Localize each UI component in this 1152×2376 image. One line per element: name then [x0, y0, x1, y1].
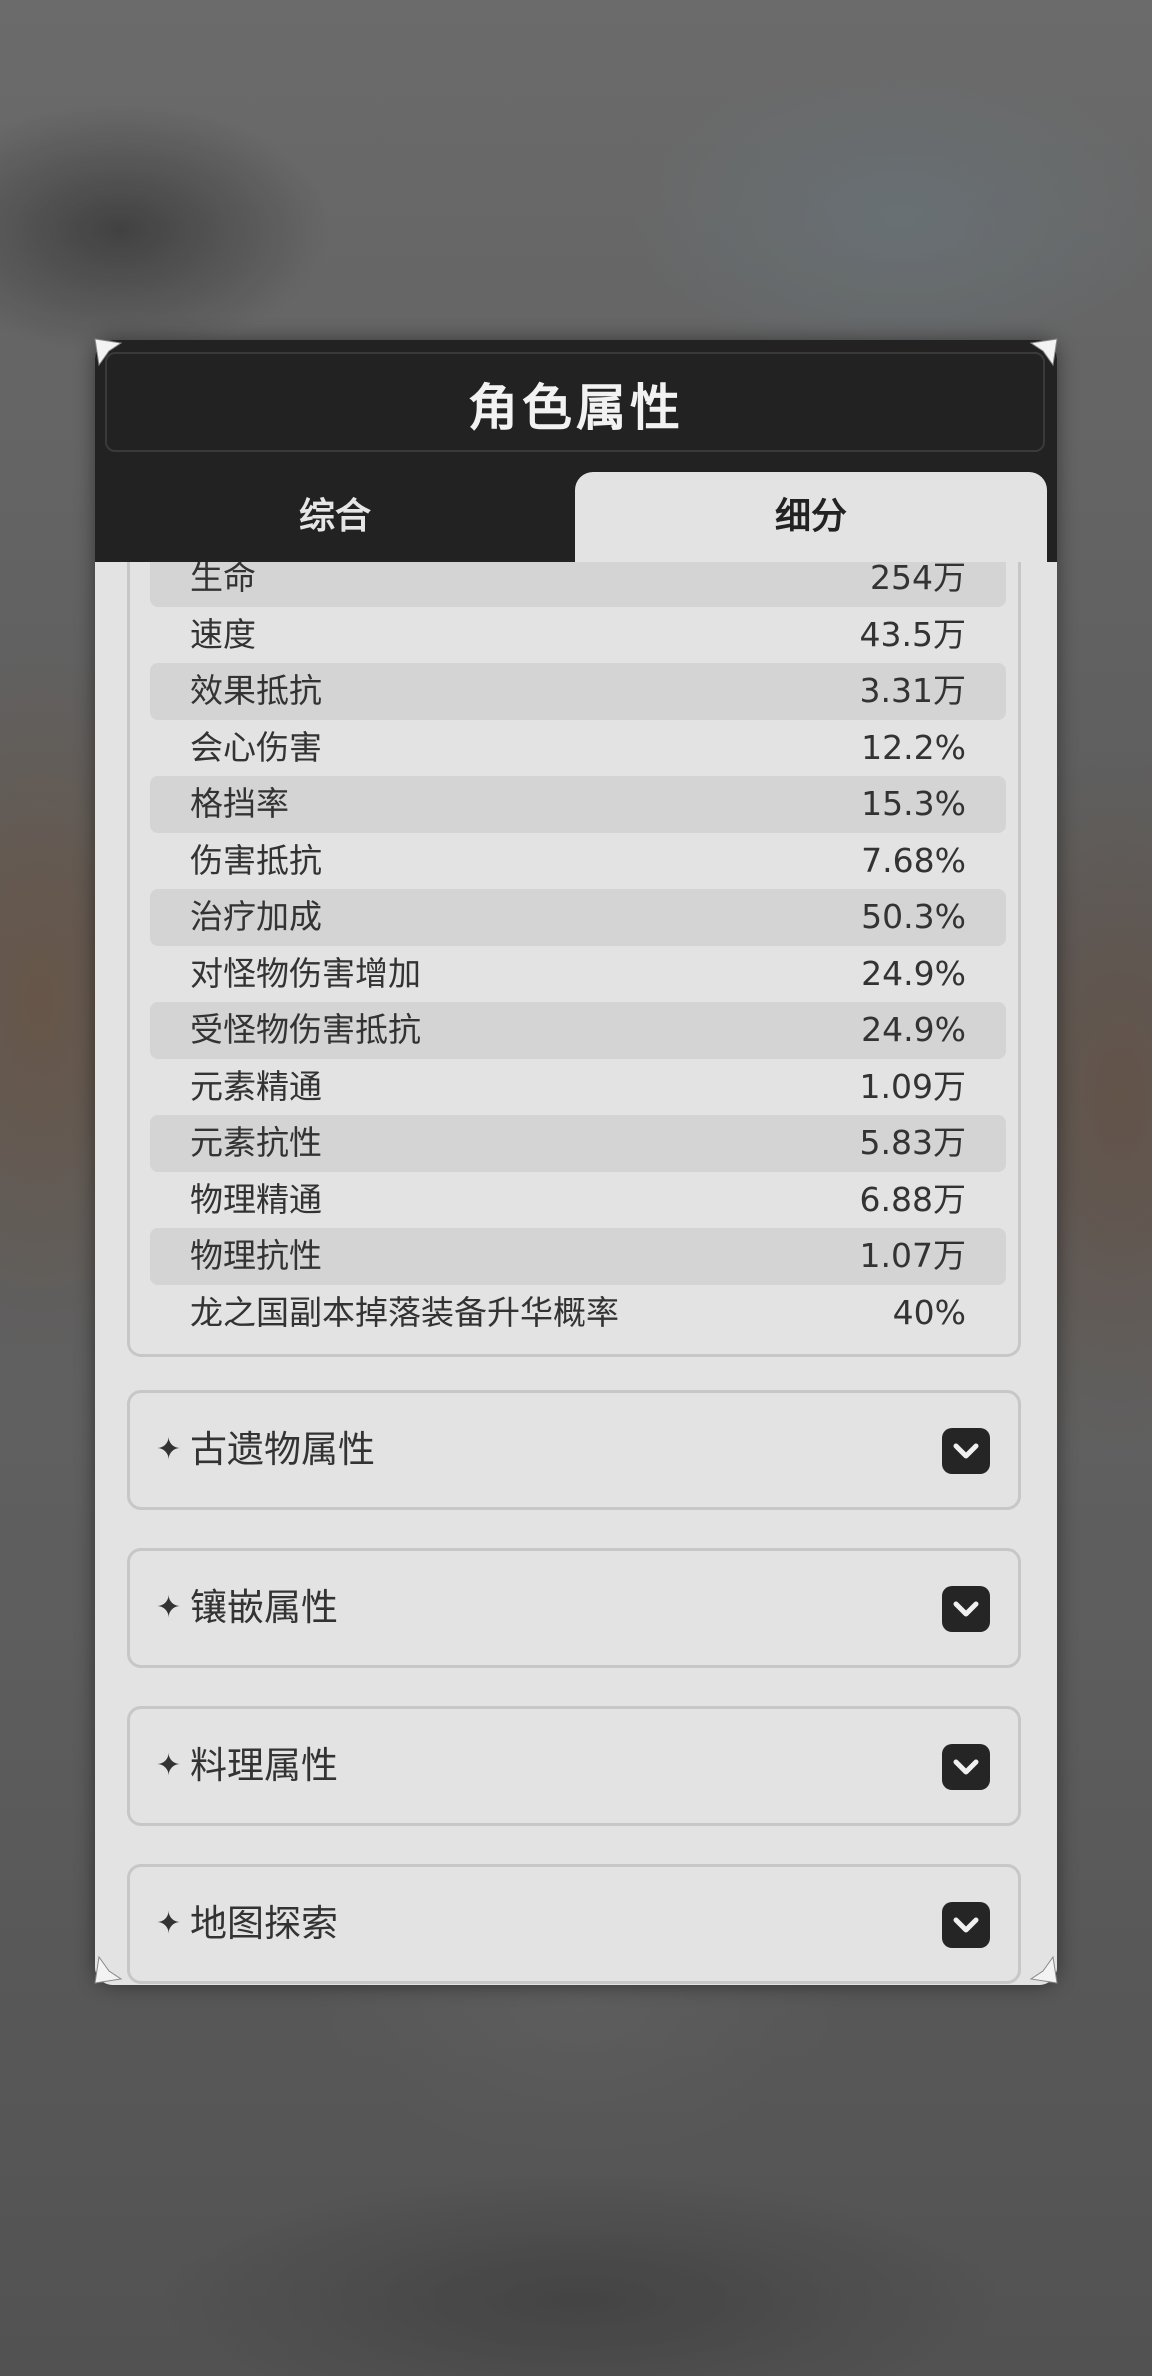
- stat-row: 对怪物伤害增加 24.9%: [150, 946, 1006, 1003]
- stat-value: 1.07万: [859, 1236, 966, 1275]
- scroll-content[interactable]: 生命 254万速度 43.5万效果抵抗 3.31万会心伤害 12.2% 格挡率 15.3% 伤…: [95, 562, 1057, 1985]
- character-attributes-panel: 角色属性 综合 细分 生命 254万速度 43.5万效果抵抗 3.31万会心伤害 12.…: [95, 340, 1057, 1985]
- stat-row: 龙之国副本掉落装备升华概率 40%: [150, 1285, 1006, 1342]
- stat-name: 速度: [190, 614, 256, 654]
- stat-row: 元素精通 1.09万: [150, 1059, 1006, 1116]
- stat-name: 格挡率: [190, 784, 289, 823]
- stat-name: 受怪物伤害抵抗: [190, 1010, 421, 1049]
- sparkle-icon: ✦: [156, 1590, 182, 1625]
- corner-ornament: [93, 337, 123, 367]
- stat-row: 治疗加成 50.3%: [150, 889, 1006, 946]
- stat-name: 物理精通: [190, 1179, 322, 1219]
- stat-row: 元素抗性 5.83万: [150, 1115, 1006, 1172]
- stat-name: 对怪物伤害增加: [190, 953, 421, 993]
- stat-name: 治疗加成: [190, 897, 322, 936]
- stat-name: 会心伤害: [190, 727, 322, 767]
- section-cooking-attributes[interactable]: ✦ 料理属性: [127, 1706, 1021, 1826]
- panel-title: 角色属性: [468, 379, 684, 437]
- corner-ornament: [1029, 1955, 1059, 1985]
- stat-name: 元素精通: [190, 1066, 322, 1106]
- stat-row: 会心伤害 12.2%: [150, 720, 1006, 777]
- section-label: 地图探索: [190, 1902, 338, 1945]
- stat-name: 龙之国副本掉落装备升华概率: [190, 1292, 619, 1332]
- stat-value: 3.31万: [859, 671, 966, 710]
- stat-value: 40%: [892, 1292, 966, 1332]
- stat-row: 效果抵抗 3.31万: [150, 663, 1006, 720]
- tab-general[interactable]: 综合: [95, 472, 575, 562]
- section-inlay-attributes[interactable]: ✦ 镶嵌属性: [127, 1548, 1021, 1668]
- tab-detail[interactable]: 细分: [575, 472, 1047, 562]
- tab-bar: 综合 细分: [95, 472, 1057, 562]
- stat-value: 12.2%: [861, 727, 966, 767]
- stat-value: 50.3%: [861, 897, 966, 936]
- stat-row: 伤害抵抗 7.68%: [150, 833, 1006, 890]
- stat-name: 效果抵抗: [190, 671, 322, 710]
- stat-list: 生命 254万速度 43.5万效果抵抗 3.31万会心伤害 12.2% 格挡率 15.3% 伤…: [150, 562, 1006, 1341]
- panel-header: 角色属性 综合 细分: [95, 340, 1057, 562]
- corner-ornament: [93, 1955, 123, 1985]
- stat-value: 43.5万: [859, 614, 966, 654]
- stats-list-box: 生命 254万速度 43.5万效果抵抗 3.31万会心伤害 12.2% 格挡率 15.3% 伤…: [127, 562, 1021, 1357]
- stat-name: 生命: [190, 562, 256, 597]
- chevron-down-icon[interactable]: [942, 1744, 990, 1790]
- chevron-down-icon[interactable]: [942, 1428, 990, 1474]
- section-label: 古遗物属性: [190, 1428, 375, 1471]
- stat-value: 24.9%: [861, 1010, 966, 1049]
- sparkle-icon: ✦: [156, 1748, 182, 1783]
- stat-name: 元素抗性: [190, 1123, 322, 1162]
- sparkle-icon: ✦: [156, 1432, 182, 1467]
- section-label: 料理属性: [190, 1744, 338, 1787]
- sparkle-icon: ✦: [156, 1906, 182, 1941]
- stat-value: 1.09万: [859, 1066, 966, 1106]
- stat-row: 速度 43.5万: [150, 607, 1006, 664]
- corner-ornament: [1029, 337, 1059, 367]
- section-map-exploration[interactable]: ✦ 地图探索: [127, 1864, 1021, 1984]
- chevron-down-icon[interactable]: [942, 1586, 990, 1632]
- stat-row: 格挡率 15.3%: [150, 776, 1006, 833]
- section-relic-attributes[interactable]: ✦ 古遗物属性: [127, 1390, 1021, 1510]
- stat-value: 5.83万: [859, 1123, 966, 1162]
- stat-row: 受怪物伤害抵抗 24.9%: [150, 1002, 1006, 1059]
- section-label: 镶嵌属性: [190, 1586, 338, 1629]
- stat-name: 物理抗性: [190, 1236, 322, 1275]
- stat-row: 生命 254万: [150, 562, 1006, 607]
- stat-row: 物理精通 6.88万: [150, 1172, 1006, 1229]
- stat-value: 254万: [870, 562, 966, 597]
- stat-value: 7.68%: [861, 840, 966, 880]
- chevron-down-icon[interactable]: [942, 1902, 990, 1948]
- stat-value: 6.88万: [859, 1179, 966, 1219]
- stat-value: 24.9%: [861, 953, 966, 993]
- stat-row: 物理抗性 1.07万: [150, 1228, 1006, 1285]
- stat-name: 伤害抵抗: [190, 840, 322, 880]
- stat-value: 15.3%: [861, 784, 966, 823]
